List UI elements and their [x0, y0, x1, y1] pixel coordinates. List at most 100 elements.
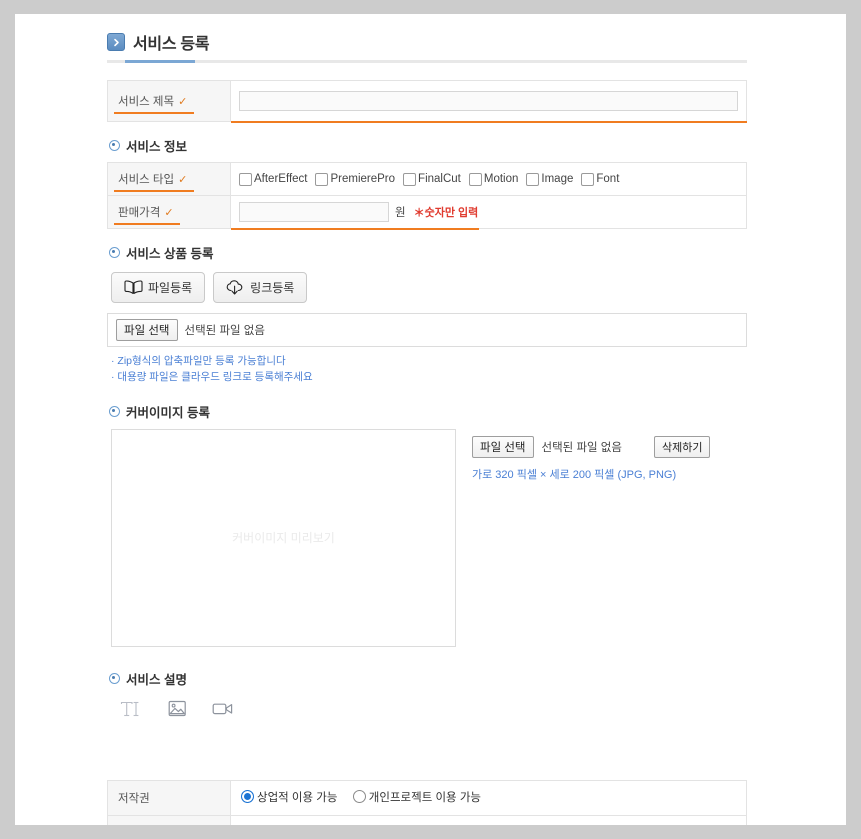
cover-file-select-button[interactable]: 파일 선택 — [472, 435, 534, 458]
description-toolbar — [119, 698, 747, 720]
checkbox-box-icon[interactable] — [468, 172, 482, 186]
cover-delete-button[interactable]: 삭제하기 — [653, 435, 711, 458]
link-register-label: 링크등록 — [250, 281, 295, 295]
checkbox-image[interactable]: Image — [526, 172, 574, 186]
service-title-input[interactable] — [239, 91, 738, 111]
checkbox-label: Motion — [483, 173, 519, 185]
price-label-cell: 판매가격 ✓ — [107, 195, 231, 229]
upload-method-buttons: 파일등록 링크등록 — [111, 272, 747, 303]
service-type-checkbox-group: AfterEffect PremierePro FinalCut Motion … — [239, 172, 746, 186]
price-label: 판매가격 — [113, 204, 181, 225]
cloud-download-icon — [226, 279, 245, 296]
table-row: 서비스 타입 ✓ AfterEffect PremierePro FinalCu… — [107, 162, 747, 196]
table-row: 저작권 상업적 이용 가능 개인프로젝트 이용 가능 — [107, 779, 747, 816]
radio-personal-project-use[interactable]: 개인프로젝트 이용 가능 — [352, 789, 481, 805]
price-input[interactable] — [239, 202, 389, 222]
hint-line: · 대용량 파일은 클라우드 링크로 등록해주세요 — [111, 370, 313, 383]
price-unit-label: 원 — [395, 207, 406, 219]
service-info-heading: 서비스 정보 — [109, 136, 747, 155]
bullet-icon — [109, 140, 120, 151]
description-editor-body[interactable] — [107, 719, 747, 774]
cover-image-controls: 파일 선택 선택된 파일 없음 삭제하기 가로 320 픽셀 × 세로 200 … — [472, 429, 711, 482]
checkbox-motion[interactable]: Motion — [468, 172, 519, 186]
cover-file-picker-row: 파일 선택 선택된 파일 없음 삭제하기 — [472, 435, 711, 458]
radio-commercial-use[interactable]: 상업적 이용 가능 — [241, 789, 337, 805]
book-icon — [124, 280, 143, 295]
hint-line: · Zip형식의 압축파일만 등록 가능합니다 — [111, 355, 286, 367]
cover-dimension-note: 가로 320 픽셀 × 세로 200 픽셀 (JPG, PNG) — [472, 468, 677, 481]
product-file-status: 선택된 파일 없음 — [184, 325, 265, 337]
copyright-label: 저작권 — [118, 792, 150, 805]
form-container: 서비스 등록 서비스 제목 ✓ 서비스 정보 서비스 타입 ✓ AfterEff… — [107, 14, 747, 825]
visibility-label-cell: 서비스 공개여부 — [107, 814, 231, 825]
copyright-label-cell: 저작권 — [107, 779, 231, 816]
radio-private[interactable]: 비공개 — [294, 824, 342, 825]
bullet-icon — [109, 405, 120, 417]
price-underline-accent — [231, 228, 479, 230]
price-input-cell: 원 ＊숫자만 입력 — [230, 195, 747, 230]
product-register-heading: 서비스 상품 등록 — [109, 243, 747, 262]
radio-label: 비공개 — [310, 824, 342, 825]
chevron-right-icon — [107, 33, 125, 51]
service-title-input-cell — [230, 80, 747, 123]
checkbox-label: Image — [541, 173, 574, 185]
checkbox-box-icon[interactable] — [403, 172, 417, 186]
title-divider — [107, 60, 747, 63]
page-content: 서비스 등록 서비스 제목 ✓ 서비스 정보 서비스 타입 ✓ AfterEff… — [15, 14, 846, 825]
radio-dot-icon[interactable] — [352, 790, 366, 804]
service-type-label: 서비스 타입 — [113, 171, 195, 192]
file-register-label: 파일등록 — [148, 281, 193, 295]
price-field-group: 원 ＊숫자만 입력 — [239, 202, 746, 222]
file-register-button[interactable]: 파일등록 — [111, 272, 206, 303]
bullet-icon — [109, 672, 120, 684]
service-type-label-cell: 서비스 타입 ✓ — [107, 162, 231, 196]
required-check-icon: ✓ — [178, 96, 188, 108]
product-register-title: 서비스 상품 등록 — [126, 247, 214, 261]
options-table: 저작권 상업적 이용 가능 개인프로젝트 이용 가능 서비스 공개여부 — [107, 779, 747, 825]
product-file-select-button[interactable]: 파일 선택 — [116, 319, 178, 341]
checkbox-box-icon[interactable] — [239, 172, 252, 186]
checkbox-box-icon[interactable] — [315, 172, 329, 186]
radio-label: 상업적 이용 가능 — [257, 791, 338, 804]
product-hints: · Zip형식의 압축파일만 등록 가능합니다 · 대용량 파일은 클라우드 링… — [111, 354, 747, 386]
service-title-label: 서비스 제목 — [113, 93, 195, 114]
page-title: 서비스 등록 — [133, 36, 210, 53]
copyright-options-cell: 상업적 이용 가능 개인프로젝트 이용 가능 — [230, 779, 747, 816]
product-file-picker-bar: 파일 선택 선택된 파일 없음 — [107, 313, 747, 347]
checkbox-label: AfterEffect — [254, 173, 308, 185]
table-row: 서비스 제목 ✓ — [107, 80, 747, 123]
checkbox-premierepro[interactable]: PremierePro — [315, 172, 395, 186]
service-title-table: 서비스 제목 ✓ — [107, 80, 747, 123]
cover-image-area: 커버이미지 미리보기 파일 선택 선택된 파일 없음 삭제하기 가로 320 픽… — [111, 428, 747, 647]
checkbox-font[interactable]: Font — [581, 172, 620, 186]
video-tool-icon[interactable] — [211, 698, 235, 720]
cover-image-preview[interactable]: 커버이미지 미리보기 — [111, 428, 456, 647]
bullet-icon — [109, 247, 120, 258]
checkbox-finalcut[interactable]: FinalCut — [403, 172, 461, 186]
required-check-icon: ✓ — [164, 207, 174, 219]
checkbox-box-icon[interactable] — [526, 172, 540, 186]
service-title-label-cell: 서비스 제목 ✓ — [107, 80, 231, 122]
service-info-title: 서비스 정보 — [126, 140, 187, 154]
description-title: 서비스 설명 — [126, 672, 187, 687]
radio-label: 개인프로젝트 이용 가능 — [368, 791, 481, 804]
service-info-table: 서비스 타입 ✓ AfterEffect PremierePro FinalCu… — [107, 162, 747, 230]
price-note: ＊숫자만 입력 — [413, 207, 479, 219]
checkbox-aftereffect[interactable]: AfterEffect — [239, 172, 308, 186]
required-check-icon: ✓ — [178, 174, 188, 186]
radio-public[interactable]: 공개 — [241, 824, 278, 825]
text-tool-icon[interactable] — [119, 698, 143, 720]
cover-preview-placeholder: 커버이미지 미리보기 — [232, 531, 335, 545]
cover-image-title: 커버이미지 등록 — [126, 405, 210, 420]
link-register-button[interactable]: 링크등록 — [213, 272, 308, 303]
checkbox-label: Font — [596, 173, 620, 185]
radio-label: 공개 — [257, 824, 278, 825]
checkbox-box-icon[interactable] — [581, 172, 595, 186]
checkbox-label: FinalCut — [418, 173, 461, 185]
table-row: 판매가격 ✓ 원 ＊숫자만 입력 — [107, 195, 747, 230]
image-tool-icon[interactable] — [165, 698, 189, 720]
visibility-options-cell: 공개 비공개 — [230, 814, 747, 825]
service-type-options-cell: AfterEffect PremierePro FinalCut Motion … — [230, 162, 747, 196]
page-header: 서비스 등록 — [107, 14, 747, 60]
radio-dot-icon[interactable] — [241, 790, 254, 804]
